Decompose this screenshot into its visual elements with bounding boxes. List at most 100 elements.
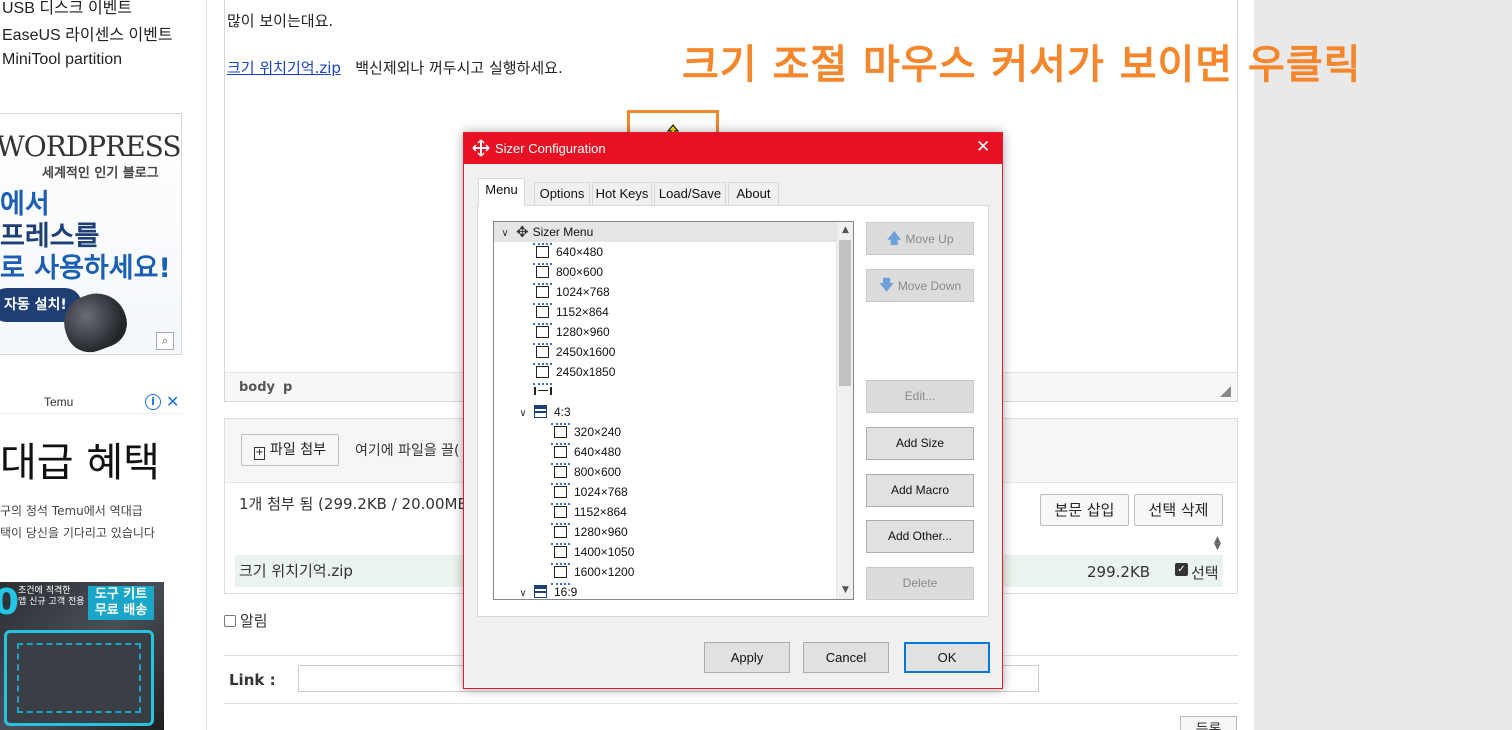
tree-item-size[interactable]: 1280×960 <box>551 522 628 545</box>
tree-item-size[interactable]: 2450x1600 <box>533 342 615 365</box>
tool-case-image <box>4 630 154 726</box>
tree-item-size[interactable]: 1152×864 <box>533 302 609 325</box>
chevron-down-icon[interactable]: ∨ <box>516 404 530 424</box>
size-icon <box>533 323 552 345</box>
temu-ad-header: Temu i ✕ <box>0 392 182 414</box>
link-label: Link : <box>229 671 276 689</box>
tree-item-size[interactable]: 800×600 <box>551 462 621 485</box>
temu-badge-line1: 도구 키트 <box>94 587 148 602</box>
separator-icon <box>534 387 552 395</box>
sidebar-link-easeus[interactable]: EaseUS 라이센스 이벤트 <box>2 21 173 45</box>
sizer-menu-tree[interactable]: ∨ ✥ Sizer Menu 640×480 800×600 1024×768 11… <box>493 221 854 600</box>
file-select-checkbox[interactable]: ✓ <box>1175 563 1188 576</box>
tree-item-size[interactable]: 1024×768 <box>533 282 610 305</box>
tab-menu[interactable]: Menu <box>478 178 525 206</box>
tree-item-size[interactable]: 1280×960 <box>533 322 610 345</box>
tab-hot-keys[interactable]: Hot Keys <box>592 182 652 205</box>
tree-item-size[interactable]: 640×480 <box>533 242 604 265</box>
register-button[interactable]: 등록 <box>1180 716 1237 730</box>
tree-item-size[interactable]: 1152×864 <box>551 502 627 525</box>
path-body[interactable]: body <box>239 380 275 395</box>
temu-small-line1: 조건에 적격한 <box>18 586 71 596</box>
tree-item-size[interactable]: 1400×1050 <box>551 542 635 565</box>
sidebar-link-usb[interactable]: USB 디스크 이벤트 <box>2 0 132 18</box>
tree-item-size[interactable]: 2450x1850 <box>533 362 615 385</box>
notify-checkbox-box[interactable] <box>224 615 236 627</box>
chevron-down-icon[interactable]: ∨ <box>498 224 512 244</box>
temu-badge-line2: 무료 배송 <box>94 603 148 618</box>
insert-body-button[interactable]: 본문 삽입 <box>1040 494 1129 526</box>
temu-ad[interactable]: Temu i ✕ 대급 혜택 구의 정석 Temu에서 역대급 택이 당신을 기… <box>0 392 182 730</box>
ad-search-icon[interactable]: ⌕ <box>156 332 174 350</box>
size-icon <box>551 563 570 585</box>
chevron-down-icon[interactable]: ∨ <box>516 584 530 599</box>
tree-item-label: 1024×768 <box>556 285 610 299</box>
tree-item-label: 1024×768 <box>574 485 628 499</box>
size-icon <box>551 503 570 525</box>
tree-item-label: 1280×960 <box>574 525 628 539</box>
apply-button[interactable]: Apply <box>704 642 790 673</box>
temu-brand: Temu <box>44 395 74 409</box>
move-up-button[interactable]: 🡅 Move Up <box>866 222 974 255</box>
size-icon <box>533 283 552 305</box>
tree-item-root[interactable]: ∨ ✥ Sizer Menu <box>494 222 836 242</box>
add-other-button[interactable]: Add Other... <box>866 520 974 553</box>
scroll-up-icon[interactable]: ▲ <box>837 222 853 239</box>
tree-item-size[interactable]: 800×600 <box>533 262 603 285</box>
file-size: 299.2KB <box>1087 563 1151 581</box>
close-icon[interactable]: ✕ <box>976 137 990 157</box>
size-icon <box>551 423 570 445</box>
tab-load-save[interactable]: Load/Save <box>654 182 726 205</box>
tree-item-label: 1400×1050 <box>574 545 635 559</box>
notify-checkbox[interactable]: 알림 <box>224 610 268 631</box>
group-icon <box>534 585 547 598</box>
attach-status: 1개 첨부 됨 (299.2KB / 20.00MB <box>239 495 468 513</box>
scroll-down-icon[interactable]: ▼ <box>837 582 853 599</box>
temu-desc-line1: 구의 정석 Temu에서 역대급 <box>0 504 143 518</box>
wordpress-ad-subtitle: 세계적인 인기 블로그 <box>42 166 159 181</box>
scrollbar-thumb[interactable] <box>839 240 851 386</box>
tree-item-size[interactable]: 640×480 <box>551 442 621 465</box>
tree-item-separator[interactable] <box>534 382 558 402</box>
edit-button[interactable]: Edit... <box>866 380 974 413</box>
add-size-button[interactable]: Add Size <box>866 427 974 460</box>
right-gray-panel <box>1254 0 1512 730</box>
size-icon <box>551 543 570 565</box>
temu-ad-image: 0 조건에 적격한 앱 신규 고객 전용 도구 키트 무료 배송 <box>0 582 164 730</box>
editor-line1: 많이 보이는대요. <box>227 12 334 30</box>
dialog-titlebar[interactable]: Sizer Configuration ✕ <box>464 133 1002 164</box>
sidebar-link-minitool[interactable]: MiniTool partition <box>2 51 122 69</box>
size-icon <box>551 483 570 505</box>
cancel-button[interactable]: Cancel <box>803 642 889 673</box>
tree-scrollbar[interactable]: ▲ ▼ <box>836 222 853 599</box>
tree-item-size[interactable]: 320×240 <box>551 422 621 445</box>
tree-item-group[interactable]: ∨ 16:9 <box>516 582 577 599</box>
delete-selected-button[interactable]: 선택 삭제 <box>1134 494 1223 526</box>
attach-file-button[interactable]: + 파일 첨부 <box>241 434 339 466</box>
size-icon <box>533 243 552 265</box>
wordpress-ad[interactable]: WORDPRESS 세계적인 인기 블로그 에서 프레스를 로 사용하세요! 자… <box>0 113 182 355</box>
tree-item-label: Sizer Menu <box>532 225 594 239</box>
resize-grip-icon[interactable] <box>1220 386 1231 397</box>
file-select-label: 선택 <box>1191 564 1219 582</box>
size-icon <box>533 363 552 385</box>
tree-item-size[interactable]: 1600×1200 <box>551 562 634 585</box>
ad-close-icon[interactable]: ✕ <box>166 392 179 411</box>
ok-button[interactable]: OK <box>904 642 990 673</box>
delete-button[interactable]: Delete <box>866 567 974 600</box>
move-down-button[interactable]: 🡇 Move Down <box>866 269 974 302</box>
path-p[interactable]: p <box>283 380 292 395</box>
tab-options[interactable]: Options <box>534 182 590 205</box>
tree-item-label: 1280×960 <box>556 325 610 339</box>
tab-about[interactable]: About <box>728 182 779 205</box>
editor-file-link[interactable]: 크기 위치기억.zip <box>227 59 341 77</box>
file-add-icon: + <box>254 447 265 460</box>
add-macro-button[interactable]: Add Macro <box>866 474 974 507</box>
sort-icon[interactable]: ▲ ▼ <box>1214 536 1221 552</box>
ad-info-icon[interactable]: i <box>145 394 161 410</box>
file-name: 크기 위치기억.zip <box>239 562 353 580</box>
tree-item-group[interactable]: ∨ 4:3 <box>516 402 571 422</box>
tree-item-size[interactable]: 1024×768 <box>551 482 628 505</box>
size-icon <box>551 523 570 545</box>
tree-item-label: 640×480 <box>556 245 604 259</box>
